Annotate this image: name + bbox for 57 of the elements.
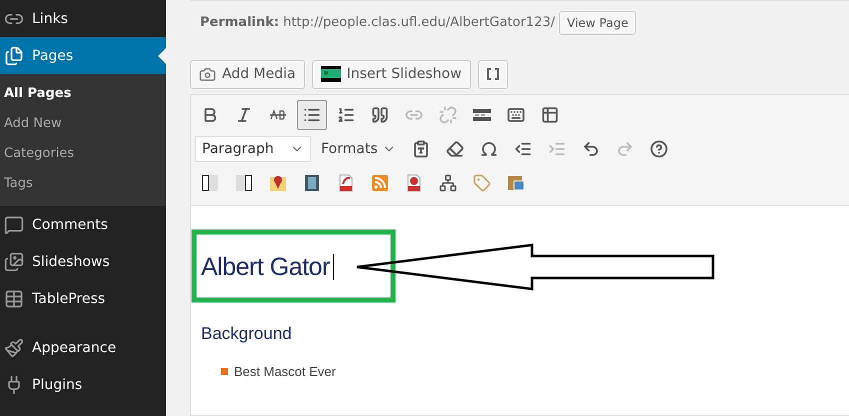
rss-icon [370, 173, 390, 193]
brush-icon [4, 338, 24, 358]
formats-menu[interactable]: Formats [315, 141, 402, 157]
gallery-icon [506, 173, 526, 193]
submenu-item[interactable]: Categories [0, 138, 166, 168]
film-icon [302, 173, 322, 193]
bullet-icon [221, 368, 228, 375]
more-tag-icon [473, 109, 491, 121]
text-cursor [332, 254, 334, 280]
insert-slideshow-button[interactable]: Insert Slideshow [312, 60, 471, 88]
indent-icon [548, 140, 566, 158]
quote-icon [371, 106, 389, 124]
section-heading: Background [201, 324, 293, 344]
sitemap-icon [439, 174, 457, 192]
comment-icon [4, 214, 24, 234]
menu-item[interactable]: Pages [0, 37, 166, 74]
toolbar-button[interactable] [297, 100, 327, 130]
fullscreen-button[interactable] [478, 60, 508, 88]
pages-icon [4, 46, 24, 66]
menu-item[interactable]: Slideshows [0, 243, 166, 280]
permalink-url[interactable]: http://people.clas.ufl.edu/AlbertGator123/ [283, 15, 556, 30]
add-media-button[interactable]: Add Media [190, 60, 305, 88]
page-title-heading: Albert Gator [201, 252, 330, 282]
menu-item[interactable]: Appearance [0, 329, 166, 366]
keyboard-icon [507, 106, 525, 124]
bulleted-list-icon [303, 106, 321, 124]
outdent-icon [514, 140, 532, 158]
undo-icon [582, 140, 600, 158]
italic-icon [235, 106, 253, 124]
table-icon [4, 288, 24, 308]
slideshow-icon [320, 66, 341, 82]
menu-item[interactable]: Links [0, 0, 166, 37]
submenu-item[interactable]: Tags [0, 168, 166, 198]
paragraph-select[interactable]: Paragraph [195, 136, 311, 162]
view-page-button[interactable]: View Page [559, 10, 636, 34]
brackets-icon [486, 68, 499, 80]
menu-item[interactable]: TablePress [0, 280, 166, 317]
submenu-item[interactable]: All Pages [0, 78, 166, 108]
submenu-item[interactable]: Add New [0, 108, 166, 138]
list-item: Best Mascot Ever [234, 364, 336, 379]
map-pin-icon [268, 173, 288, 193]
unlink-icon [439, 106, 457, 124]
redo-icon [616, 140, 634, 158]
eraser-icon [446, 140, 464, 158]
omega-icon [480, 140, 498, 158]
paste-text-icon [412, 140, 430, 158]
table-icon [541, 106, 559, 124]
permalink-label: Permalink: [200, 15, 280, 30]
tag-icon [473, 174, 491, 192]
help-icon [650, 140, 668, 158]
menu-item[interactable]: Comments [0, 206, 166, 243]
menu-item[interactable]: Plugins [0, 366, 166, 403]
camera-icon [199, 66, 216, 82]
right-column-icon [234, 173, 254, 193]
left-column-icon [200, 173, 220, 193]
numbered-list-icon [337, 106, 355, 124]
slides-icon [4, 252, 24, 272]
